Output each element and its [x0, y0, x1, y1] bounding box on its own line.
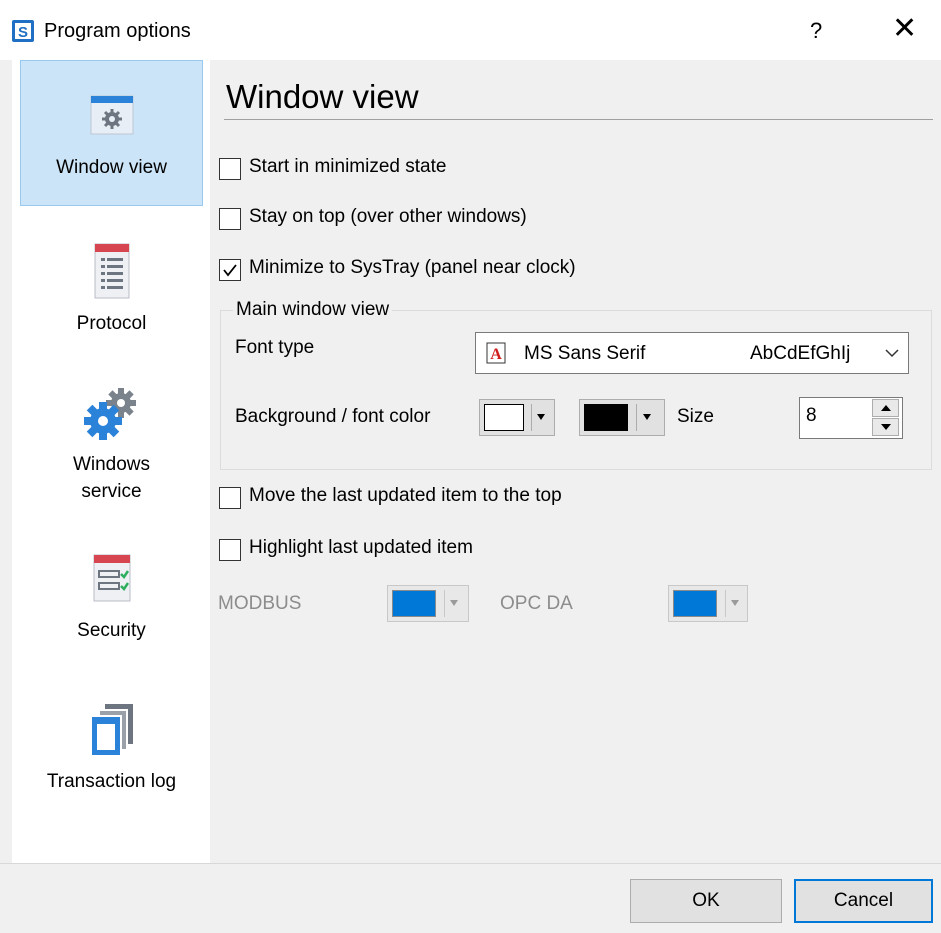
- stay-on-top-checkbox[interactable]: [219, 208, 241, 230]
- page-title: Window view: [226, 78, 419, 115]
- footer-divider: [0, 863, 941, 864]
- dropdown-arrow-icon: [731, 600, 739, 606]
- spinner-down-button[interactable]: [872, 418, 899, 436]
- modbus-color-swatch: [392, 590, 436, 617]
- background-color-picker[interactable]: [479, 399, 555, 436]
- group-legend: Main window view: [233, 299, 393, 321]
- cancel-button[interactable]: Cancel: [794, 879, 933, 923]
- dropdown-arrow-icon: [643, 414, 651, 420]
- sidebar-item-label: Window view: [56, 157, 167, 178]
- ok-button[interactable]: OK: [630, 879, 782, 923]
- sidebar-item-protocol[interactable]: Protocol: [20, 230, 203, 340]
- font-a-icon: A: [486, 342, 506, 364]
- help-button[interactable]: ?: [810, 18, 822, 44]
- stacked-windows-icon: [89, 704, 133, 757]
- dropdown-arrow-icon: [450, 600, 458, 606]
- modbus-color-picker[interactable]: [387, 585, 469, 622]
- checkbox-label: Stay on top (over other windows): [249, 206, 527, 227]
- size-label: Size: [677, 406, 714, 427]
- opc-da-label: OPC DA: [500, 593, 573, 614]
- checkbox-label: Start in minimized state: [249, 156, 447, 177]
- sidebar-item-window-view[interactable]: Window view: [20, 60, 203, 206]
- background-font-color-label: Background / font color: [235, 406, 431, 427]
- window-gear-icon: [90, 95, 133, 135]
- font-type-select[interactable]: A MS Sans Serif AbCdEfGhIj: [475, 332, 909, 374]
- options-sidebar: Window view Protocol Windows service Sec…: [12, 60, 210, 863]
- title-bar: S Program options ? ✕: [0, 0, 941, 60]
- opc-da-color-picker[interactable]: [668, 585, 748, 622]
- sidebar-item-transaction-log[interactable]: Transaction log: [20, 692, 203, 812]
- window-title: Program options: [44, 20, 191, 42]
- font-sample: AbCdEfGhIj: [750, 343, 851, 364]
- protocol-list-icon: [94, 243, 129, 299]
- move-last-updated-checkbox[interactable]: [219, 487, 241, 509]
- font-color-picker[interactable]: [579, 399, 665, 436]
- sidebar-item-windows-service[interactable]: Windows service: [20, 380, 203, 510]
- font-color-swatch: [584, 404, 628, 431]
- main-window-view-group: Main window view Font type A MS Sans Ser…: [220, 299, 932, 470]
- font-type-label: Font type: [235, 337, 315, 358]
- sidebar-item-label: Windows service: [72, 454, 151, 502]
- modbus-label: MODBUS: [218, 593, 302, 614]
- title-divider: [224, 119, 933, 120]
- checkbox-label: Move the last updated item to the top: [249, 485, 562, 506]
- sidebar-item-security[interactable]: Security: [20, 545, 203, 655]
- checkbox-label: Minimize to SysTray (panel near clock): [249, 257, 576, 278]
- sidebar-item-label: Security: [77, 620, 146, 641]
- background-color-swatch: [484, 404, 524, 431]
- close-button[interactable]: ✕: [892, 14, 917, 44]
- font-name: MS Sans Serif: [524, 343, 646, 364]
- svg-text:S: S: [18, 24, 28, 41]
- highlight-last-updated-checkbox[interactable]: [219, 539, 241, 561]
- checkmark-icon: [223, 264, 237, 277]
- security-checklist-icon: [93, 554, 130, 602]
- sidebar-item-label: Transaction log: [46, 771, 177, 792]
- gears-icon: [83, 388, 136, 440]
- font-size-value[interactable]: 8: [806, 405, 817, 427]
- spinner-up-button[interactable]: [872, 399, 899, 417]
- start-minimized-checkbox[interactable]: [219, 158, 241, 180]
- dropdown-arrow-icon: [537, 414, 545, 420]
- chevron-down-icon: [885, 349, 899, 358]
- svg-text:A: A: [490, 346, 502, 363]
- minimize-to-systray-checkbox[interactable]: [219, 259, 241, 281]
- checkbox-label: Highlight last updated item: [249, 537, 473, 558]
- sidebar-item-label: Protocol: [76, 313, 147, 334]
- opc-da-color-swatch: [673, 590, 717, 617]
- font-size-spinner[interactable]: 8: [799, 397, 903, 439]
- app-logo-icon: S: [12, 20, 34, 42]
